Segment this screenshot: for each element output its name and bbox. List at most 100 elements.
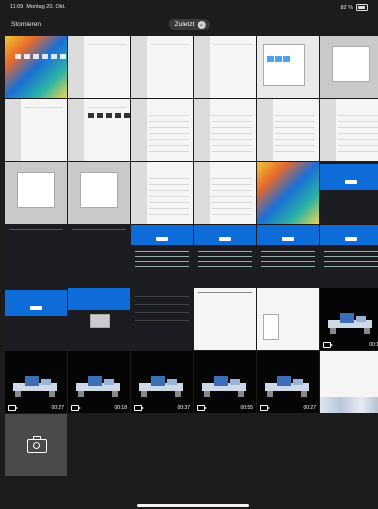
banner-button: [156, 237, 168, 241]
video-icon: [134, 405, 144, 411]
photo-thumbnail[interactable]: [68, 225, 130, 287]
list-row: [149, 127, 189, 128]
photo-thumbnail[interactable]: [320, 162, 378, 224]
list-row: [324, 256, 378, 257]
sidebar-preview: [131, 162, 147, 224]
photo-thumbnail[interactable]: [194, 36, 256, 98]
album-picker-button[interactable]: Zuletzt ⌄: [168, 19, 210, 30]
photo-thumbnail[interactable]: [320, 99, 378, 161]
list-row: [324, 261, 378, 262]
list-row: [338, 127, 378, 128]
list-row: [151, 44, 189, 45]
photo-thumbnail[interactable]: [131, 225, 193, 287]
video-duration: 00:18: [114, 405, 127, 411]
photo-thumbnail[interactable]: 00:37: [131, 351, 193, 413]
sidebar-preview: [194, 99, 210, 161]
banner-button: [282, 237, 294, 241]
machine-preview: [200, 373, 250, 399]
list-row: [149, 202, 189, 203]
status-datetime: 11:09 Montag 20. Okt.: [10, 4, 66, 10]
photo-thumbnail[interactable]: [68, 99, 130, 161]
list-row: [338, 145, 378, 146]
list-row: [212, 178, 252, 179]
video-icon: [71, 405, 81, 411]
list-row: [261, 261, 315, 262]
photo-thumbnail[interactable]: [320, 351, 378, 413]
battery-percent: 82 %: [340, 4, 353, 11]
list-row: [338, 133, 378, 134]
video-icon: [260, 405, 270, 411]
toolbar-row: [198, 292, 252, 293]
list-row: [149, 115, 189, 116]
sidebar-preview: [194, 162, 210, 224]
list-row: [135, 266, 189, 267]
photo-thumbnail[interactable]: 00:55: [194, 351, 256, 413]
list-row: [338, 115, 378, 116]
photo-thumbnail[interactable]: [5, 99, 67, 161]
blue-banner-preview: [5, 290, 67, 316]
photo-thumbnail[interactable]: [5, 288, 67, 350]
photo-thumbnail[interactable]: [194, 225, 256, 287]
list-row: [9, 229, 63, 230]
list-row: [212, 151, 252, 152]
photo-thumbnail[interactable]: [257, 36, 319, 98]
sidebar-preview: [131, 99, 147, 161]
album-title: Zuletzt: [174, 21, 195, 28]
photo-thumbnail[interactable]: [5, 36, 67, 98]
list-row: [275, 145, 315, 146]
nav-bar: Stornieren Zuletzt ⌄: [0, 14, 378, 36]
list-row: [212, 133, 252, 134]
blue-banner-preview: [320, 225, 378, 245]
banner-button: [30, 306, 42, 310]
list-row: [149, 133, 189, 134]
list-row: [212, 184, 252, 185]
photo-thumbnail[interactable]: [257, 225, 319, 287]
cancel-button[interactable]: Stornieren: [11, 21, 41, 28]
blue-banner-preview: [320, 164, 378, 190]
list-row: [261, 251, 315, 252]
blue-banner-preview: [194, 225, 256, 245]
list-row: [212, 115, 252, 116]
list-row: [149, 184, 189, 185]
photo-thumbnail[interactable]: 00:27: [5, 351, 67, 413]
photo-thumbnail[interactable]: [194, 99, 256, 161]
photo-thumbnail[interactable]: [320, 225, 378, 287]
list-row: [212, 127, 252, 128]
video-duration: 00:37: [177, 405, 190, 411]
video-icon: [197, 405, 207, 411]
photo-thumbnail[interactable]: [131, 36, 193, 98]
list-row: [212, 139, 252, 140]
photo-thumbnail[interactable]: [5, 162, 67, 224]
photo-thumbnail[interactable]: [68, 36, 130, 98]
video-duration: 00:55: [240, 405, 253, 411]
list-row: [149, 208, 189, 209]
status-bar: 11:09 Montag 20. Okt. 82 %: [0, 0, 378, 14]
list-row: [275, 121, 315, 122]
list-row: [212, 208, 252, 209]
sidebar-preview: [68, 36, 84, 98]
list-row: [88, 107, 126, 108]
photo-thumbnail[interactable]: [194, 162, 256, 224]
photo-thumbnail[interactable]: 00:1: [320, 288, 378, 350]
photo-thumbnail[interactable]: [320, 36, 378, 98]
photo-thumbnail[interactable]: [68, 162, 130, 224]
photo-thumbnail[interactable]: 00:27: [257, 351, 319, 413]
status-right: 82 %: [340, 4, 368, 11]
camera-icon: [27, 436, 47, 453]
photo-thumbnail[interactable]: [257, 288, 319, 350]
photo-thumbnail[interactable]: [68, 288, 130, 350]
photo-thumbnail[interactable]: [257, 99, 319, 161]
photo-thumbnail[interactable]: 00:18: [68, 351, 130, 413]
list-row: [149, 196, 189, 197]
photo-thumbnail[interactable]: [131, 162, 193, 224]
photo-thumbnail[interactable]: [131, 99, 193, 161]
popup-preview: [263, 314, 279, 340]
photo-thumbnail[interactable]: [194, 288, 256, 350]
list-row: [88, 44, 126, 45]
camera-tile[interactable]: [5, 414, 67, 476]
photo-thumbnail[interactable]: [5, 225, 67, 287]
photo-thumbnail[interactable]: [131, 288, 193, 350]
video-duration: 00:27: [51, 405, 64, 411]
banner-button: [219, 237, 231, 241]
photo-thumbnail[interactable]: [257, 162, 319, 224]
